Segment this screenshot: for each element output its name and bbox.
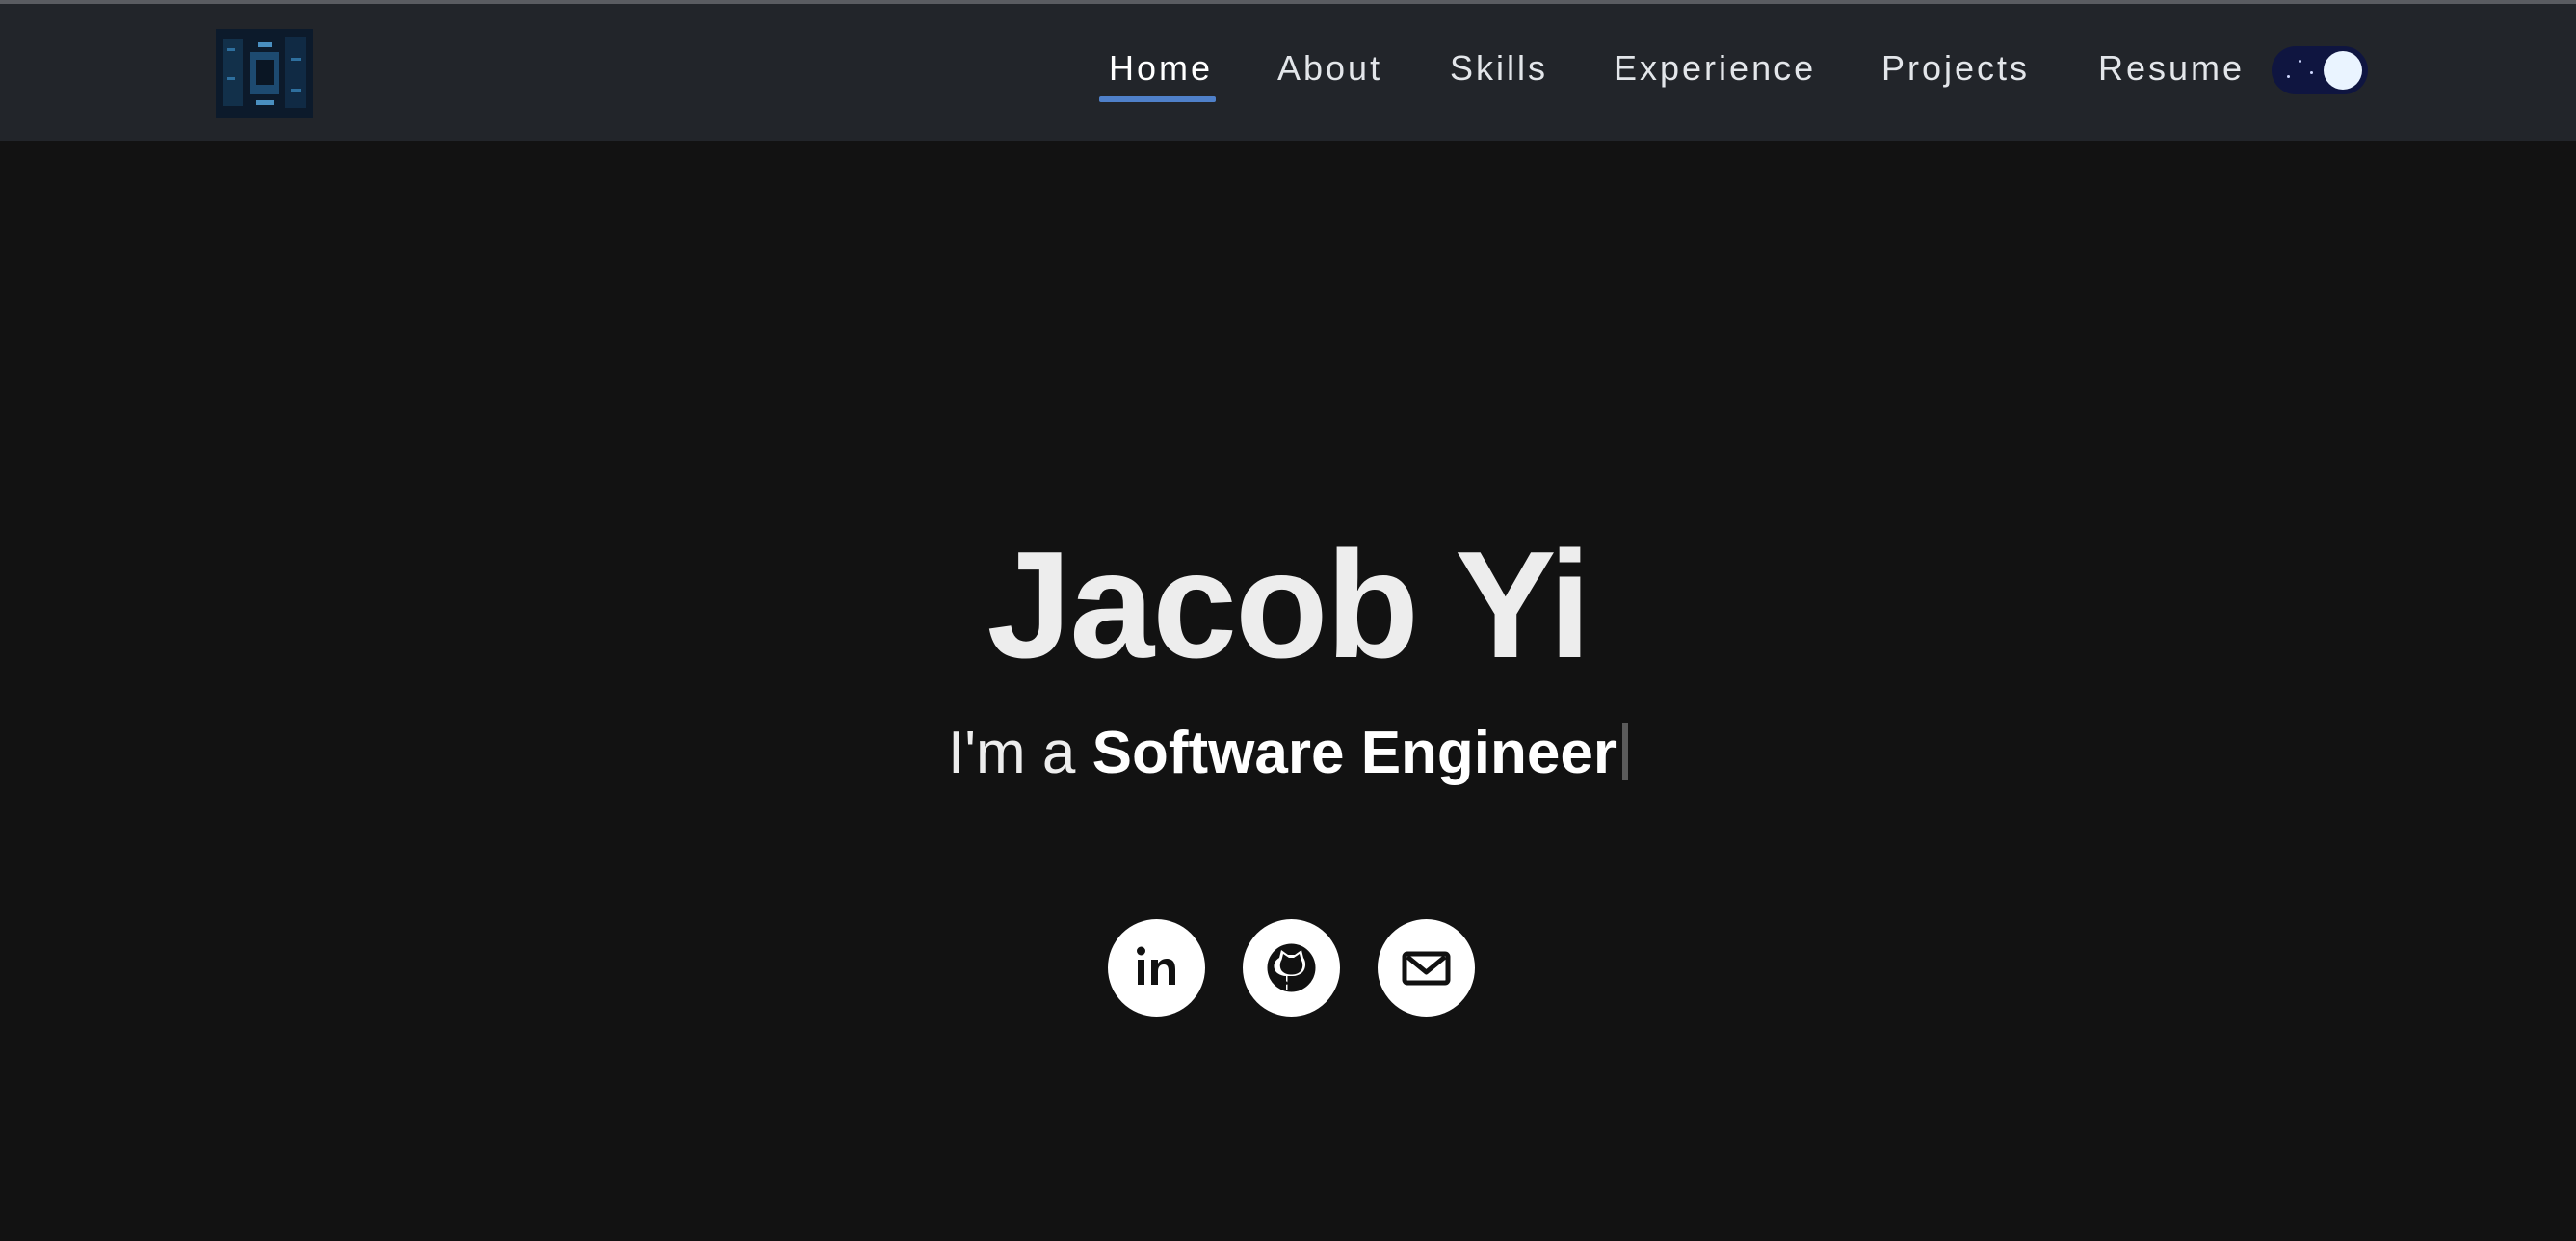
linkedin-icon xyxy=(1137,946,1175,985)
nav-about[interactable]: About xyxy=(1277,44,1382,92)
nav-resume[interactable]: Resume xyxy=(2098,44,2245,92)
moon-icon xyxy=(2324,51,2362,90)
navbar: Home About Skills Experience Projects Re… xyxy=(0,4,2576,141)
nav-projects[interactable]: Projects xyxy=(1881,44,2030,92)
mail-icon xyxy=(1402,951,1451,986)
theme-toggle[interactable] xyxy=(2272,46,2368,94)
typed-role: Software Engineer xyxy=(1091,720,1617,786)
nav-experience[interactable]: Experience xyxy=(1614,44,1816,92)
active-nav-indicator xyxy=(1099,96,1216,102)
site-logo[interactable] xyxy=(216,29,313,118)
github-icon xyxy=(1267,943,1316,992)
github-button[interactable] xyxy=(1243,919,1340,1017)
star-icon xyxy=(2299,60,2301,63)
star-icon xyxy=(2287,75,2290,78)
typing-cursor xyxy=(1622,723,1628,780)
star-icon xyxy=(2310,71,2313,74)
hero-tagline: I'm a Software Engineer xyxy=(0,715,2576,792)
nav-skills[interactable]: Skills xyxy=(1450,44,1548,92)
tagline-prefix: I'm a xyxy=(947,720,1092,786)
nav-home[interactable]: Home xyxy=(1109,44,1213,92)
email-button[interactable] xyxy=(1378,919,1475,1017)
linkedin-button[interactable] xyxy=(1108,919,1205,1017)
hero-name: Jacob Yi xyxy=(986,520,1590,690)
